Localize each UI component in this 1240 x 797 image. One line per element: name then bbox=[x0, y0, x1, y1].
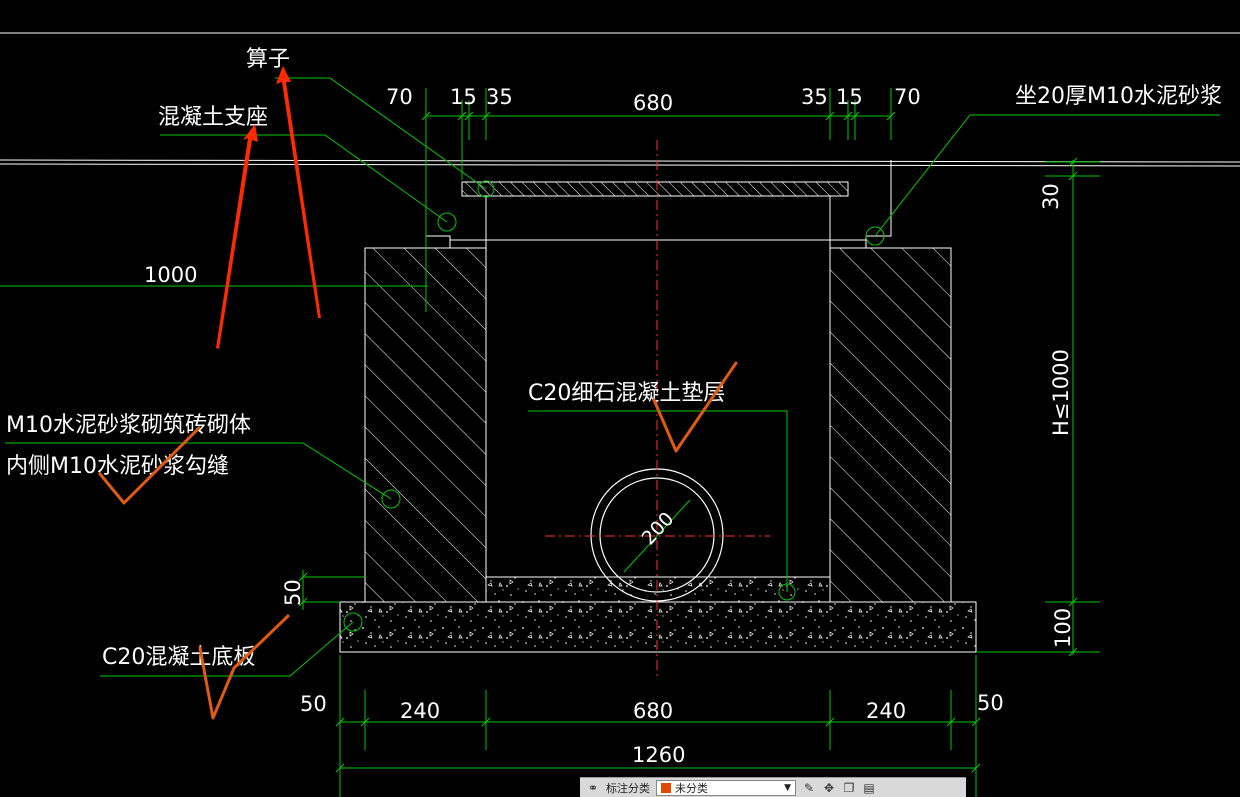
dim-bottom-240-left: 240 bbox=[400, 699, 440, 723]
base-slab bbox=[339, 601, 977, 653]
ground-line-2 bbox=[0, 163, 1240, 167]
copy-icon[interactable]: ❐ bbox=[842, 781, 856, 795]
label-concrete-support: 混凝土支座 bbox=[158, 105, 268, 130]
paste-icon[interactable]: ▤ bbox=[862, 781, 876, 795]
dim-right-h: H≤1000 bbox=[1049, 349, 1073, 436]
drawing-canvas: 算子 混凝土支座 坐20厚M10水泥砂浆 M10水泥砂浆砌筑砖砌体 内侧M10水… bbox=[0, 32, 1240, 797]
link-icon[interactable]: ⚭ bbox=[586, 781, 600, 795]
dim-top-70-left: 70 bbox=[386, 85, 413, 109]
check-mark-cushion bbox=[652, 361, 738, 453]
dim-left-50: 50 bbox=[281, 579, 305, 606]
dim-right-30: 30 bbox=[1039, 183, 1063, 210]
dim-bottom-680: 680 bbox=[633, 699, 673, 723]
dim-bottom-1260: 1260 bbox=[632, 743, 685, 767]
label-masonry-2: 内侧M10水泥砂浆勾缝 bbox=[6, 454, 229, 479]
right-support-outline bbox=[865, 160, 892, 248]
left-support-outline bbox=[425, 160, 451, 248]
dim-top-35-right: 35 bbox=[801, 85, 828, 109]
dim-top-70-right: 70 bbox=[894, 85, 921, 109]
dim-bottom-240-right: 240 bbox=[866, 699, 906, 723]
label-base-slab: C20混凝土底板 bbox=[102, 645, 255, 670]
red-arrow-2 bbox=[276, 66, 321, 318]
dim-top-35-left: 35 bbox=[486, 85, 513, 109]
dim-bottom-50-left: 50 bbox=[300, 692, 327, 716]
dim-bottom-50-right: 50 bbox=[977, 691, 1004, 715]
move-icon[interactable]: ✥ bbox=[822, 781, 836, 795]
chevron-down-icon: ▼ bbox=[784, 782, 791, 793]
grate-plate bbox=[461, 181, 849, 197]
dim-pipe-200: 200 bbox=[638, 508, 679, 550]
dim-top-680: 680 bbox=[633, 91, 673, 115]
right-brick-wall bbox=[829, 247, 952, 603]
label-masonry-1: M10水泥砂浆砌筑砖砌体 bbox=[6, 413, 251, 438]
label-mortar-bed: 坐20厚M10水泥砂浆 bbox=[1015, 84, 1222, 109]
label-fine-concrete: C20细石混凝土垫层 bbox=[528, 381, 725, 406]
category-value: 未分类 bbox=[675, 781, 708, 795]
fine-concrete-cushion bbox=[485, 576, 831, 603]
dim-top-15-left: 15 bbox=[450, 85, 477, 109]
category-color-swatch bbox=[661, 782, 671, 793]
category-label: 标注分类 bbox=[606, 781, 650, 795]
red-arrow-1 bbox=[216, 124, 258, 349]
dim-left-1000: 1000 bbox=[144, 263, 197, 287]
annotation-toolbar: ⚭ 标注分类 未分类 ▼ ✎ ✥ ❐ ▤ bbox=[580, 777, 966, 797]
category-select[interactable]: 未分类 ▼ bbox=[656, 779, 796, 796]
edit-icon[interactable]: ✎ bbox=[802, 781, 816, 795]
dim-top-15-right: 15 bbox=[836, 85, 863, 109]
dim-right-100: 100 bbox=[1051, 608, 1075, 648]
